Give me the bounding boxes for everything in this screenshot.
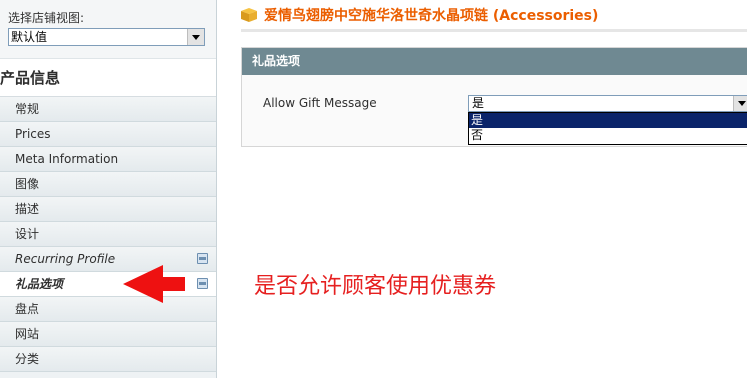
store-view-value: 默认值 xyxy=(11,30,48,44)
tab-categories[interactable]: 分类 xyxy=(0,347,216,372)
annotation-text: 是否允许顾客使用优惠券 xyxy=(254,274,497,299)
chevron-down-icon[interactable] xyxy=(733,96,747,111)
page-title: 爱情鸟翅膀中空施华洛世奇水晶项链 (Accessories) xyxy=(264,8,599,24)
select-dropdown-list: 是 否 xyxy=(468,112,747,145)
package-icon xyxy=(241,8,257,22)
red-arrow-icon xyxy=(123,265,185,303)
option-yes[interactable]: 是 xyxy=(469,113,747,128)
tab-label: Prices xyxy=(15,127,51,141)
tab-label: Meta Information xyxy=(15,152,119,166)
store-switcher-label: 选择店铺视图: xyxy=(8,11,85,25)
page-header: 爱情鸟翅膀中空施华洛世奇水晶项链 (Accessories) xyxy=(241,4,598,26)
sidebar: 选择店铺视图: 默认值 产品信息 常规 Prices Meta Informat… xyxy=(0,0,217,378)
tab-label: 网站 xyxy=(15,327,40,341)
allow-gift-message-label: Allow Gift Message xyxy=(263,96,377,110)
tab-label: 盘点 xyxy=(15,302,40,316)
tab-meta-information[interactable]: Meta Information xyxy=(0,147,216,172)
tab-label: 设计 xyxy=(15,227,40,241)
tab-prices[interactable]: Prices xyxy=(0,122,216,147)
store-view-select[interactable]: 默认值 xyxy=(8,28,205,46)
tab-label: 礼品选项 xyxy=(15,277,64,291)
tab-general[interactable]: 常规 xyxy=(0,97,216,122)
allow-gift-message-select[interactable]: 是 xyxy=(468,95,747,112)
option-no[interactable]: 否 xyxy=(469,128,747,143)
save-icon xyxy=(197,253,208,264)
sidebar-title: 产品信息 xyxy=(0,59,216,97)
tab-description[interactable]: 描述 xyxy=(0,197,216,222)
tab-label: 描述 xyxy=(15,202,40,216)
tab-label: 常规 xyxy=(15,102,40,116)
tab-design[interactable]: 设计 xyxy=(0,222,216,247)
tab-images[interactable]: 图像 xyxy=(0,172,216,197)
tab-label: Recurring Profile xyxy=(15,252,116,266)
header-divider xyxy=(241,29,747,32)
product-tabs: 常规 Prices Meta Information 图像 描述 设计 Recu… xyxy=(0,97,216,372)
tab-websites[interactable]: 网站 xyxy=(0,322,216,347)
gift-options-fieldset: 礼品选项 Allow Gift Message 是 是 否 xyxy=(241,47,747,147)
fieldset-title: 礼品选项 xyxy=(242,48,747,75)
select-value: 是 xyxy=(472,96,485,110)
tab-label: 图像 xyxy=(15,177,40,191)
chevron-down-icon[interactable] xyxy=(187,29,204,45)
store-switcher: 选择店铺视图: 默认值 xyxy=(0,0,216,59)
save-icon xyxy=(197,278,208,289)
tab-label: 分类 xyxy=(15,352,40,366)
